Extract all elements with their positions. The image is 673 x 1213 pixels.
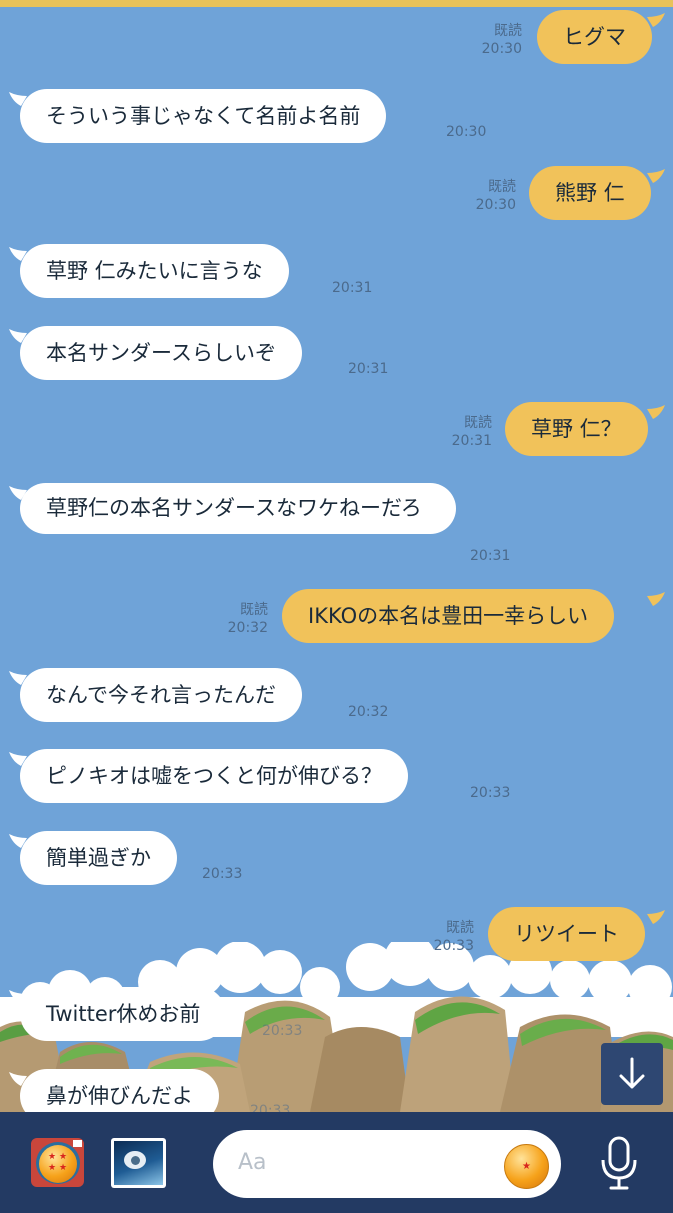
message-time: 20:33 <box>250 1103 291 1112</box>
input-placeholder: Aa <box>238 1150 267 1175</box>
microphone-icon[interactable] <box>597 1134 641 1194</box>
message-time: 20:33 <box>262 1023 303 1039</box>
message-meta: 既読 20:32 <box>216 601 268 637</box>
message-input-bar: ★ ★ ★ ★ Aa ★ <box>0 1112 673 1213</box>
dragon-ball-sticker-icon[interactable]: ★ <box>504 1144 549 1189</box>
message-meta: 既読 20:31 <box>440 414 492 450</box>
incoming-message-bubble[interactable]: 本名サンダースらしいぞ <box>20 326 302 380</box>
bubble-tail <box>647 592 665 606</box>
message-time: 20:32 <box>227 620 268 636</box>
message-time: 20:33 <box>202 866 243 882</box>
outgoing-message-bubble[interactable]: 草野 仁？ <box>505 402 648 456</box>
message-meta: 既読 20:33 <box>422 919 474 955</box>
outgoing-message-bubble[interactable]: IKKOの本名は豊田一幸らしい <box>282 589 615 643</box>
message-time: 20:31 <box>451 433 492 449</box>
arrow-down-icon <box>619 1057 645 1089</box>
message-time: 20:31 <box>332 280 373 296</box>
incoming-message-bubble[interactable]: 簡単過ぎか <box>20 831 177 885</box>
incoming-message-bubble[interactable]: 草野仁の本名サンダースなワケねーだろ <box>20 483 456 534</box>
message-time: 20:31 <box>348 361 389 377</box>
message-meta: 既読 20:30 <box>464 178 516 214</box>
bubble-tail <box>647 405 665 419</box>
incoming-message-bubble[interactable]: Twitter休めお前 <box>20 987 227 1041</box>
incoming-message-bubble[interactable]: そういう事じゃなくて名前よ名前 <box>20 89 387 143</box>
message-meta: 既読 20:30 <box>470 22 522 58</box>
read-receipt: 既読 <box>464 415 492 431</box>
message-time: 20:32 <box>348 704 389 720</box>
outgoing-message-bubble[interactable]: リツイート <box>488 907 645 961</box>
outgoing-message-bubble[interactable]: 熊野 仁 <box>529 166 651 220</box>
chat-area[interactable]: 既読 20:30 ヒグマ そういう事じゃなくて名前よ名前 20:30 既読 20… <box>0 7 673 1112</box>
photo-gallery-icon[interactable] <box>111 1138 166 1188</box>
incoming-message-bubble[interactable]: ピノキオは嘘をつくと何が伸びる？ <box>20 749 408 803</box>
incoming-message-bubble[interactable]: 草野 仁みたいに言うな <box>20 244 289 298</box>
bubble-tail <box>647 13 665 27</box>
message-time: 20:30 <box>481 41 522 57</box>
bubble-tail <box>647 910 665 924</box>
message-input[interactable]: Aa ★ <box>213 1130 561 1198</box>
message-time: 20:30 <box>446 124 487 140</box>
incoming-message-bubble[interactable]: なんで今それ言ったんだ <box>20 668 302 722</box>
message-time: 20:31 <box>470 548 511 564</box>
read-receipt: 既読 <box>494 23 522 39</box>
read-receipt: 既読 <box>446 920 474 936</box>
message-time: 20:33 <box>470 785 511 801</box>
incoming-message-bubble[interactable]: 鼻が伸びんだよ <box>20 1069 219 1112</box>
outgoing-message-bubble[interactable]: ヒグマ <box>537 10 652 64</box>
read-receipt: 既読 <box>240 602 268 618</box>
message-time: 20:33 <box>433 938 474 954</box>
read-receipt: 既読 <box>488 179 516 195</box>
dragon-ball-camera-icon[interactable]: ★ ★ ★ ★ <box>31 1138 84 1187</box>
bubble-tail <box>647 169 665 183</box>
top-accent-bar <box>0 0 673 7</box>
scroll-to-bottom-button[interactable] <box>601 1043 663 1105</box>
message-time: 20:30 <box>475 197 516 213</box>
